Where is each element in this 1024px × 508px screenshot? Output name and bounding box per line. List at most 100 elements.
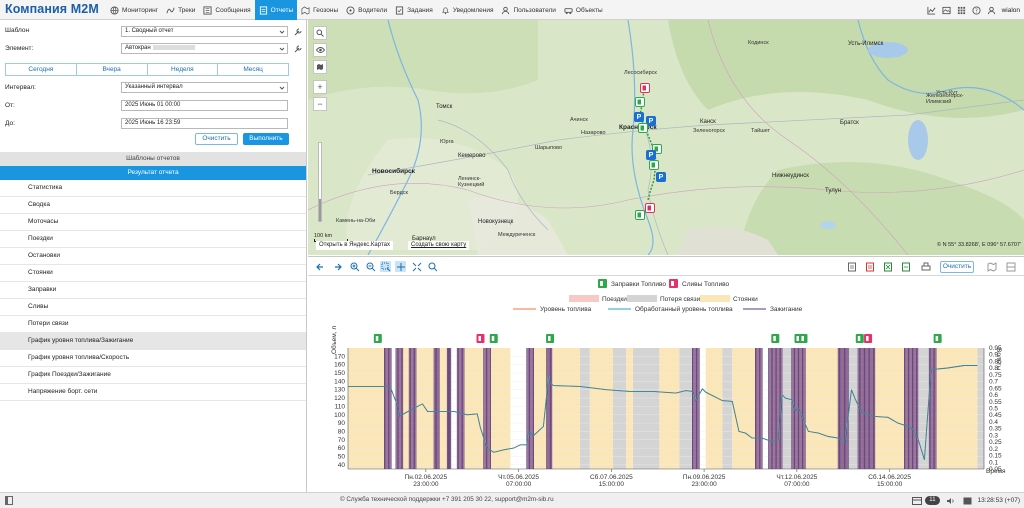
clear-button[interactable]: Очистить bbox=[195, 133, 238, 145]
legend-trips[interactable]: Поездки bbox=[569, 295, 627, 303]
nav-tab-monitoring[interactable]: Мониторинг bbox=[106, 0, 162, 20]
to-date-input[interactable]: 2025 Июнь 16 23:59 bbox=[121, 118, 288, 129]
map[interactable]: Томск Юрга Кемерово Новосибирск Бердск Л… bbox=[308, 20, 1024, 255]
legend-ignition[interactable]: Зажигание bbox=[743, 306, 803, 313]
legend-processed-fuel[interactable]: Обработанный уровень топлива bbox=[608, 305, 733, 313]
print-button[interactable] bbox=[920, 261, 931, 272]
parking-marker[interactable]: P bbox=[634, 112, 644, 122]
nav-tab-drivers[interactable]: Водители bbox=[342, 0, 391, 20]
legend-parkings[interactable]: Стоянки bbox=[700, 295, 758, 303]
run-button[interactable]: Выполнить bbox=[243, 133, 289, 145]
window-icon[interactable] bbox=[963, 497, 972, 505]
chart-reset-zoom-button[interactable] bbox=[427, 261, 438, 272]
zoom-out-button[interactable]: − bbox=[313, 97, 327, 111]
result-item-trips[interactable]: Поездки bbox=[0, 231, 306, 248]
nav-tab-users[interactable]: Пользователи bbox=[497, 0, 559, 20]
legend-fuel-level[interactable]: Уровень топлива bbox=[513, 306, 592, 313]
period-week[interactable]: Неделя bbox=[147, 64, 219, 75]
wrench-icon[interactable] bbox=[294, 28, 302, 36]
result-item-engine-hours[interactable]: Моточасы bbox=[0, 214, 306, 231]
username[interactable]: wialon bbox=[999, 7, 1024, 14]
volume-icon[interactable] bbox=[946, 497, 955, 505]
zoom-slider[interactable] bbox=[318, 142, 322, 222]
export-button[interactable] bbox=[846, 261, 857, 272]
interval-select[interactable]: Указанный интервал bbox=[121, 82, 288, 93]
chart-clear-button[interactable]: Очистить bbox=[940, 261, 974, 273]
layout-icon[interactable] bbox=[912, 496, 923, 505]
chart-fit-button[interactable] bbox=[411, 261, 422, 272]
create-map-link[interactable]: Создать свою карту bbox=[408, 241, 470, 250]
legend-connloss[interactable]: Потеря связи bbox=[627, 295, 701, 303]
company-logo[interactable]: Компания M2M bbox=[5, 2, 99, 16]
fill-marker[interactable] bbox=[635, 210, 645, 220]
map-layers-button[interactable] bbox=[313, 43, 327, 57]
map-label: Назарово bbox=[581, 130, 606, 136]
chart-tool-button[interactable] bbox=[924, 0, 939, 20]
result-item-connection-loss[interactable]: Потери связи bbox=[0, 316, 306, 333]
y-axis-left-label: Объем, л bbox=[330, 326, 338, 354]
export-excel-button[interactable] bbox=[882, 261, 893, 272]
from-date-input[interactable]: 2025 Июнь 01 00:00 bbox=[121, 100, 288, 111]
result-item-statistics[interactable]: Статистика bbox=[0, 180, 306, 197]
element-select[interactable]: Автокран bbox=[121, 43, 288, 54]
result-header[interactable]: Результат отчета bbox=[0, 166, 306, 180]
fill-marker[interactable] bbox=[638, 123, 648, 133]
wrench-icon[interactable] bbox=[294, 45, 302, 53]
parking-icon: P bbox=[636, 113, 642, 121]
reset-zoom-icon bbox=[428, 262, 437, 271]
result-item-fillings[interactable]: Заправки bbox=[0, 282, 306, 299]
nav-tab-units[interactable]: Объекты bbox=[560, 0, 607, 20]
collapse-panel-icon[interactable] bbox=[5, 496, 13, 505]
parking-marker[interactable]: P bbox=[646, 150, 656, 160]
template-select[interactable]: 1. Сводный отчет bbox=[121, 26, 288, 37]
result-item-stops[interactable]: Остановки bbox=[0, 248, 306, 265]
fill-marker[interactable] bbox=[635, 97, 645, 107]
chart-back-button[interactable] bbox=[314, 261, 325, 272]
chart-zoom-out-button[interactable] bbox=[365, 261, 376, 272]
result-item-voltage[interactable]: Напряжение борт. сети bbox=[0, 384, 306, 401]
nav-tab-geofences[interactable]: Геозоны bbox=[297, 0, 342, 20]
chart-forward-button[interactable] bbox=[332, 261, 343, 272]
export-csv-button[interactable] bbox=[900, 261, 911, 272]
result-item-drains[interactable]: Сливы bbox=[0, 299, 306, 316]
nav-tab-reports[interactable]: Отчеты bbox=[254, 0, 298, 20]
gallery-button[interactable] bbox=[939, 0, 954, 20]
map-source-button[interactable] bbox=[313, 60, 327, 74]
result-item-parkings[interactable]: Стоянки bbox=[0, 265, 306, 282]
map-label: Лесосибирск bbox=[624, 70, 657, 76]
period-today[interactable]: Сегодня bbox=[6, 64, 77, 75]
fill-marker[interactable] bbox=[649, 160, 659, 170]
apps-button[interactable] bbox=[954, 0, 969, 20]
result-item-trips-ignition-chart[interactable]: График Поездки/Зажигание bbox=[0, 367, 306, 384]
nav-tab-notifications[interactable]: Уведомления bbox=[437, 0, 498, 20]
fuel-chart[interactable]: Заправки Топливо Сливы Топливо Поездки П… bbox=[308, 276, 1024, 493]
map-search-button[interactable] bbox=[313, 26, 327, 40]
map-view-button[interactable] bbox=[986, 261, 997, 272]
split-view-button[interactable] bbox=[1005, 261, 1016, 272]
chart-select-zoom-button[interactable] bbox=[380, 261, 391, 272]
export-pdf-button[interactable] bbox=[864, 261, 875, 272]
result-item-fuel-speed-chart[interactable]: График уровня топлива/Скорость bbox=[0, 350, 306, 367]
legend-fills[interactable]: Заправки Топливо bbox=[598, 279, 666, 288]
templates-header[interactable]: Шаблоны отчетов bbox=[0, 152, 306, 166]
chart-zoom-in-button[interactable] bbox=[349, 261, 360, 272]
zoom-in-button[interactable]: + bbox=[313, 80, 327, 94]
open-in-yandex-link[interactable]: Открыть в Яндекс.Картах bbox=[316, 241, 393, 250]
drain-marker[interactable] bbox=[645, 203, 655, 213]
drain-marker[interactable] bbox=[640, 83, 650, 93]
period-month[interactable]: Месяц bbox=[218, 64, 288, 75]
report-panel: Шаблон 1. Сводный отчет Элемент: Автокра… bbox=[0, 20, 307, 492]
notification-count[interactable]: 11 bbox=[925, 496, 940, 505]
nav-tab-messages[interactable]: Сообщения bbox=[199, 0, 254, 20]
parking-marker[interactable]: P bbox=[656, 172, 666, 182]
nav-tab-tasks[interactable]: Задания bbox=[391, 0, 437, 20]
legend-drains[interactable]: Сливы Топливо bbox=[669, 279, 729, 288]
result-item-summary[interactable]: Сводка bbox=[0, 197, 306, 214]
result-item-fuel-ignition-chart[interactable]: График уровня топлива/Зажигание bbox=[0, 333, 306, 350]
user-button[interactable] bbox=[984, 0, 999, 20]
help-button[interactable]: ? bbox=[969, 0, 984, 20]
chart-pan-button[interactable] bbox=[395, 261, 406, 272]
period-yesterday[interactable]: Вчера bbox=[76, 64, 148, 75]
nav-tab-tracks[interactable]: Треки bbox=[162, 0, 199, 20]
users-icon bbox=[502, 6, 510, 14]
